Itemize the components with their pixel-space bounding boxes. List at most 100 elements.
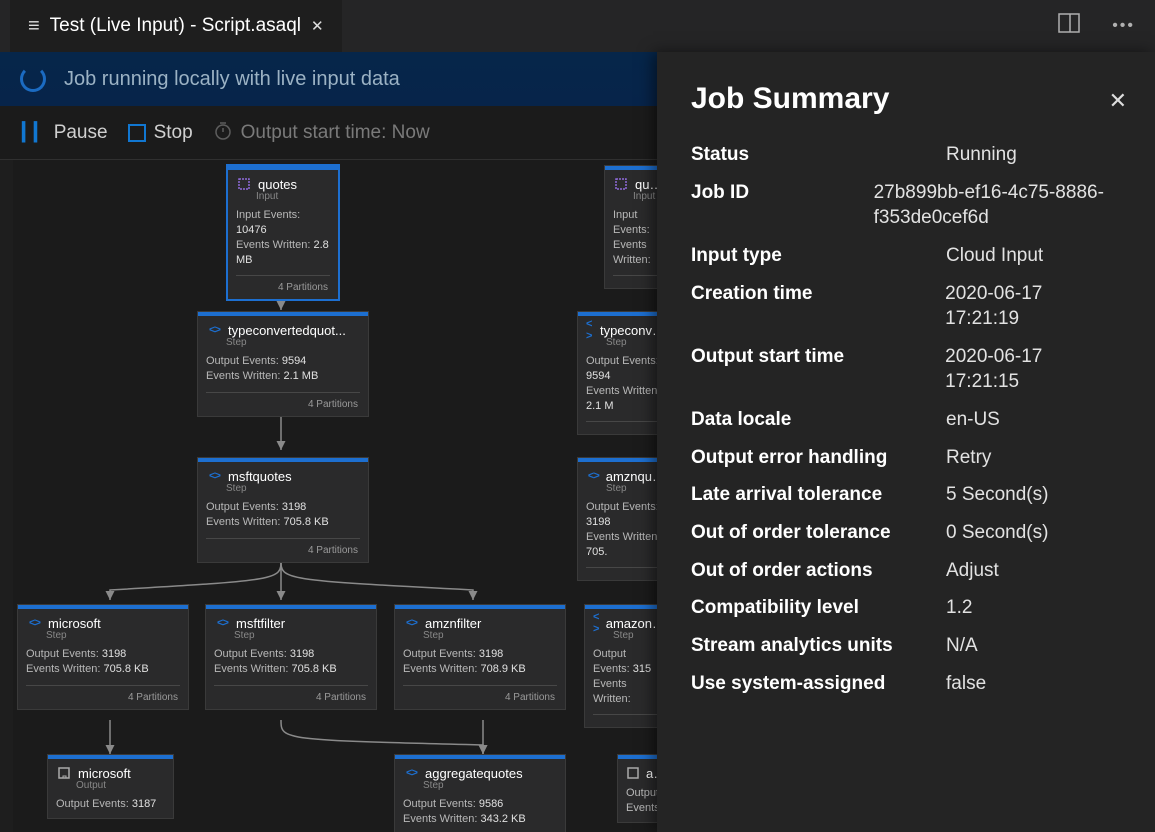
summary-value: false — [946, 671, 986, 697]
summary-label: Job ID — [691, 180, 874, 231]
step-icon: < > — [214, 615, 230, 631]
value-events-written: 705.8 KB — [103, 663, 148, 675]
node-title: typeconvertedquot... — [228, 323, 346, 338]
node-title: msftquotes — [228, 469, 292, 484]
value-events-written: 2.1 M — [586, 400, 614, 412]
summary-row: StatusRunning — [691, 136, 1121, 174]
value-events-written: 705. — [586, 546, 607, 558]
summary-value: 2020-06-17 17:21:15 — [945, 344, 1121, 395]
summary-value: Running — [946, 142, 1017, 168]
label-output-events: Output Events: — [56, 798, 129, 810]
step-icon: < > — [593, 615, 600, 631]
value-output-events: 9586 — [479, 798, 503, 810]
summary-value: 0 Second(s) — [946, 520, 1048, 546]
summary-row: Out of order actionsAdjust — [691, 552, 1121, 590]
summary-value: 2020-06-17 17:21:19 — [945, 281, 1121, 332]
summary-label: Out of order tolerance — [691, 520, 946, 546]
node-kind: Step — [198, 483, 368, 498]
summary-value: Retry — [946, 445, 991, 471]
step-icon: < > — [403, 765, 419, 781]
summary-row: Creation time2020-06-17 17:21:19 — [691, 275, 1121, 338]
summary-value: en-US — [946, 407, 1000, 433]
summary-label: Stream analytics units — [691, 633, 946, 659]
node-microsoft-output[interactable]: microsoft Output Output Events: 3187 — [48, 755, 173, 818]
label-events-written: Events Written: — [586, 385, 660, 397]
label-events-written: Events Written: — [206, 516, 280, 528]
label-output-events: Output Events: — [403, 798, 476, 810]
label-output-events: Output Events: — [206, 501, 279, 513]
close-icon[interactable]: ✕ — [1109, 88, 1127, 114]
value-events-written: 708.9 KB — [480, 663, 525, 675]
node-kind: Input — [228, 191, 338, 206]
output-start-time[interactable]: Output start time: Now — [213, 120, 430, 145]
stop-button[interactable]: Stop — [128, 122, 193, 144]
summary-row: Job ID27b899bb-ef16-4c75-8886-f353de0cef… — [691, 174, 1121, 237]
panel-title: Job Summary — [691, 82, 1121, 116]
node-title: quotes — [258, 177, 297, 192]
label-events-written: Events Written: — [26, 663, 100, 675]
node-kind: Step — [395, 630, 565, 645]
step-icon: < > — [206, 468, 222, 484]
value-output-events: 3187 — [132, 798, 156, 810]
output-icon — [626, 765, 640, 781]
summary-label: Late arrival tolerance — [691, 482, 946, 508]
node-msftquotes[interactable]: < >msftquotes Step Output Events: 3198 E… — [198, 458, 368, 562]
summary-label: Input type — [691, 243, 946, 269]
status-message: Job running locally with live input data — [64, 68, 400, 91]
tab-title: Test (Live Input) - Script.asaql — [50, 15, 301, 37]
summary-value: N/A — [946, 633, 978, 659]
node-typeconverted[interactable]: < >typeconvertedquot... Step Output Even… — [198, 312, 368, 416]
label-output-events: Output Events: — [593, 648, 630, 675]
node-partitions: 4 Partitions — [228, 278, 338, 299]
node-kind: Step — [395, 780, 565, 795]
step-icon: < > — [26, 615, 42, 631]
node-microsoft[interactable]: < >microsoft Step Output Events: 3198 Ev… — [18, 605, 188, 709]
summary-value: 1.2 — [946, 595, 972, 621]
label-output-events: Output Events: — [26, 648, 99, 660]
job-summary-panel: Job Summary ✕ StatusRunningJob ID27b899b… — [657, 52, 1155, 832]
node-amznfilter[interactable]: < >amznfilter Step Output Events: 3198 E… — [395, 605, 565, 709]
summary-value: Adjust — [946, 558, 999, 584]
summary-row: Stream analytics unitsN/A — [691, 627, 1121, 665]
summary-row: Out of order tolerance0 Second(s) — [691, 514, 1121, 552]
value-output-events: 3198 — [586, 516, 610, 528]
step-icon: < > — [403, 615, 419, 631]
pause-label: Pause — [54, 122, 108, 144]
value-input-events: 10476 — [236, 224, 267, 236]
node-aggregatequotes[interactable]: < >aggregatequotes Step Output Events: 9… — [395, 755, 565, 832]
label-events-written: Events Written: — [214, 663, 288, 675]
summary-value: 5 Second(s) — [946, 482, 1048, 508]
node-kind: Step — [198, 337, 368, 352]
label-output-events: Output Events: — [206, 355, 279, 367]
summary-row: Output error handlingRetry — [691, 439, 1121, 477]
node-partitions: 4 Partitions — [198, 395, 368, 416]
node-partitions: 4 Partitions — [395, 688, 565, 709]
summary-row: Compatibility level1.2 — [691, 589, 1121, 627]
pause-button[interactable]: ▎▎ Pause — [22, 122, 108, 144]
value-output-events: 3198 — [479, 648, 503, 660]
node-partitions: 4 Partitions — [198, 541, 368, 562]
node-quotes[interactable]: quotes Input Input Events: 10476 Events … — [228, 166, 338, 299]
label-output-events: Output Events: — [214, 648, 287, 660]
output-start-label: Output start time: Now — [241, 122, 430, 144]
value-events-written: 343.2 KB — [480, 813, 525, 825]
tab-close-icon[interactable]: ✕ — [311, 17, 324, 35]
summary-row: Data localeen-US — [691, 401, 1121, 439]
more-actions-icon[interactable]: ••• — [1112, 17, 1135, 35]
label-events-written: Events Written: — [403, 663, 477, 675]
label-events-written: Events Written: — [593, 678, 631, 705]
value-output-events: 315 — [633, 663, 651, 675]
split-editor-icon[interactable] — [1058, 13, 1080, 39]
node-msftfilter[interactable]: < >msftfilter Step Output Events: 3198 E… — [206, 605, 376, 709]
label-output-events: Output Events: — [586, 355, 659, 367]
clock-icon — [213, 120, 233, 145]
label-input-events: Input Events: — [613, 209, 650, 236]
titlebar-actions: ••• — [1058, 13, 1145, 39]
node-kind: Step — [18, 630, 188, 645]
titlebar: ≡ Test (Live Input) - Script.asaql ✕ ••• — [0, 0, 1155, 52]
editor-tab[interactable]: ≡ Test (Live Input) - Script.asaql ✕ — [10, 0, 342, 52]
stop-icon — [128, 124, 146, 142]
node-partitions: 4 Partitions — [18, 688, 188, 709]
summary-value: 27b899bb-ef16-4c75-8886-f353de0cef6d — [874, 180, 1121, 231]
stop-label: Stop — [154, 122, 193, 144]
